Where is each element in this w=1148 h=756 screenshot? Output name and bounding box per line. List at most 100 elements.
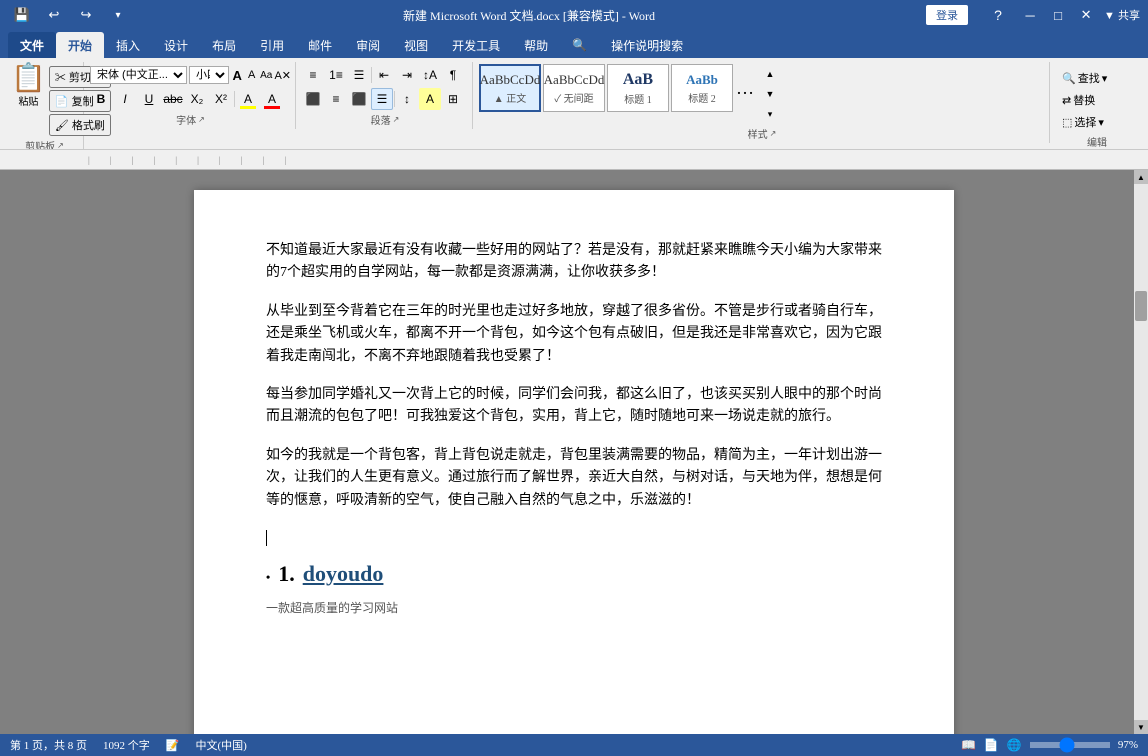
heading1-link[interactable]: doyoudo [303,556,384,591]
paragraph-4: 如今的我就是一个背包客，背上背包说走就走，背包里装满需要的物品，精简为主，一年计… [266,445,882,512]
style-heading2[interactable]: AaBb 标题 2 [671,64,733,112]
redo-button[interactable]: ↪ [72,1,100,29]
tab-home[interactable]: 开始 [56,32,104,58]
tab-help[interactable]: 帮助 [512,32,560,58]
clipboard-label: 剪贴板 [25,138,55,150]
minimize-button[interactable]: ─ [1016,1,1044,29]
style-more[interactable]: … [735,64,755,112]
line-spacing-button[interactable]: ↕ [396,88,418,110]
document-page[interactable]: 不知道最近大家最近有没有收藏一些好用的网站了？若是没有，那就赶紧来瞧瞧今天小编为… [194,190,954,734]
login-button[interactable]: 登录 [926,5,968,25]
vertical-scrollbar[interactable]: ▲ ▼ [1134,170,1148,734]
style-heading1[interactable]: AaB 标题 1 [607,64,669,112]
align-left-button[interactable]: ⬛ [302,88,324,110]
strikethrough-button[interactable]: abc [162,88,184,110]
heading1-bullet: • [266,568,270,587]
tab-review[interactable]: 审阅 [344,32,392,58]
status-right: 📖 📄 🌐 97% [961,738,1138,752]
scroll-track[interactable] [1134,184,1148,720]
restore-button[interactable]: □ [1044,1,1072,29]
tab-file[interactable]: 文件 [8,32,56,58]
tab-layout[interactable]: 布局 [200,32,248,58]
styles-expand[interactable]: ▾ [759,104,781,124]
grow-font-button[interactable]: A [231,64,243,86]
borders-button[interactable]: ⊞ [442,88,464,110]
change-case-button[interactable]: Aa [260,64,272,86]
paste-button[interactable]: 📋 粘贴 [10,64,47,109]
window-controls: ─ □ ✕ [1016,1,1100,29]
align-right-button[interactable]: ⬛ [348,88,370,110]
customize-qat-button[interactable]: ▾ [104,1,132,29]
bold-button[interactable]: B [90,88,112,110]
styles-label: 样式 [748,126,768,141]
styles-scroll-down[interactable]: ▼ [759,84,781,104]
bullets-button[interactable]: ≡ [302,64,324,86]
proofing-icon: 📝 [166,739,180,752]
superscript-button[interactable]: X² [210,88,232,110]
clear-formatting-button[interactable]: A✕ [274,64,291,86]
tab-insert[interactable]: 插入 [104,32,152,58]
find-button[interactable]: 🔍 查找▾ [1056,68,1138,88]
close-button[interactable]: ✕ [1072,1,1100,29]
heading1: • 1. doyoudo [266,556,882,591]
italic-button[interactable]: I [114,88,136,110]
undo-button[interactable]: ↩ [40,1,68,29]
paragraph-2: 从毕业到至今背着它在三年的时光里也走过好多地放，穿越了很多省份。不管是步行或者骑… [266,301,882,368]
text-highlight-button[interactable]: A [237,88,259,110]
heading1-number: 1. [278,556,295,591]
document-area[interactable]: ▲ ▼ 不知道最近大家最近有没有收藏一些好用的网站了？若是没有，那就赶紧来瞧瞧今… [0,170,1148,734]
share-button[interactable]: ▼ 共享 [1104,7,1140,23]
font-name-select[interactable]: 宋体 (中文正... [90,66,187,84]
numbering-button[interactable]: 1≡ [325,64,347,86]
font-group: 宋体 (中文正... 小四 A A Aa A✕ B I U abc X₂ X² … [86,62,296,129]
quick-access: 💾 ↩ ↪ ▾ [8,1,132,29]
subscript-button[interactable]: X₂ [186,88,208,110]
justify-button[interactable]: ☰ [371,88,393,110]
print-layout-button[interactable]: 📄 [984,738,999,752]
select-button[interactable]: ⬚ 选择▾ [1056,112,1138,132]
scroll-thumb[interactable] [1135,291,1147,321]
multilevel-list-button[interactable]: ☰ [348,64,370,86]
style-normal[interactable]: AaBbCcDd ▲ 正文 [479,64,541,112]
tab-design[interactable]: 设计 [152,32,200,58]
replace-button[interactable]: ⇄ 替换 [1056,90,1138,110]
save-button[interactable]: 💾 [8,1,36,29]
styles-expand-icon[interactable]: ↗ [770,129,777,138]
page-info: 第 1 页，共 8 页 [10,737,87,753]
replace-icon: ⇄ [1062,94,1071,107]
paragraph-expand-icon[interactable]: ↗ [393,115,400,124]
tab-search-icon[interactable]: 🔍 [560,32,599,58]
subtext: 一款超高质量的学习网站 [266,599,882,618]
help-button[interactable]: ? [984,1,1012,29]
paragraph-1: 不知道最近大家最近有没有收藏一些好用的网站了？若是没有，那就赶紧来瞧瞧今天小编为… [266,240,882,285]
clipboard-expand-icon[interactable]: ↗ [57,141,64,150]
tab-mailings[interactable]: 邮件 [296,32,344,58]
read-mode-button[interactable]: 📖 [961,738,976,752]
font-expand-icon[interactable]: ↗ [198,115,205,124]
shading-button[interactable]: A [419,88,441,110]
decrease-indent-button[interactable]: ⇤ [373,64,395,86]
tab-tell-me[interactable]: 操作说明搜索 [599,32,695,58]
align-center-button[interactable]: ≡ [325,88,347,110]
style-no-spacing[interactable]: AaBbCcDd ✓ 无间距 [543,64,605,112]
zoom-slider[interactable] [1030,742,1110,748]
tab-references[interactable]: 引用 [248,32,296,58]
scroll-down-button[interactable]: ▼ [1134,720,1148,734]
styles-scroll-up[interactable]: ▲ [759,64,781,84]
scroll-up-button[interactable]: ▲ [1134,170,1148,184]
increase-indent-button[interactable]: ⇥ [396,64,418,86]
title-bar: 💾 ↩ ↪ ▾ 新建 Microsoft Word 文档.docx [兼容模式]… [0,0,1148,30]
tab-developer[interactable]: 开发工具 [440,32,512,58]
shrink-font-button[interactable]: A [245,64,257,86]
tab-view[interactable]: 视图 [392,32,440,58]
ruler: |||||||||| [0,150,1148,170]
sort-button[interactable]: ↕A [419,64,441,86]
web-layout-button[interactable]: 🌐 [1007,738,1022,752]
font-color-button[interactable]: A [261,88,283,110]
window-title: 新建 Microsoft Word 文档.docx [兼容模式] - Word [132,7,926,24]
font-size-select[interactable]: 小四 [189,66,229,84]
show-marks-button[interactable]: ¶ [442,64,464,86]
editing-label: 编辑 [1087,134,1107,149]
underline-button[interactable]: U [138,88,160,110]
paragraph-3: 每当参加同学婚礼又一次背上它的时候，同学们会问我，都这么旧了，也该买买别人眼中的… [266,384,882,429]
